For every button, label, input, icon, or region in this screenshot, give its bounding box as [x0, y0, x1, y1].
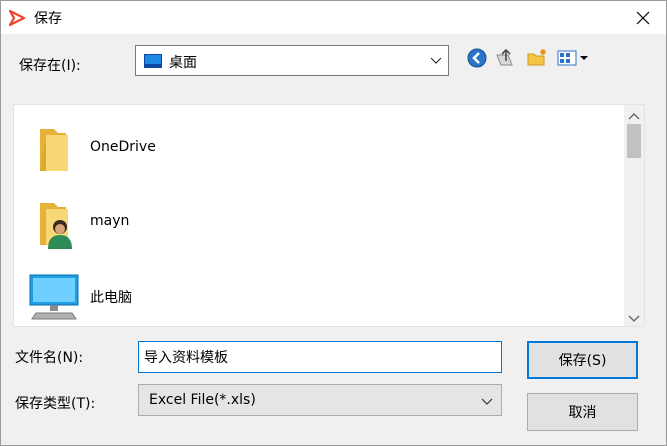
up-folder-icon [496, 48, 513, 66]
scrollbar-thumb[interactable] [627, 124, 641, 158]
cancel-button[interactable]: 取消 [527, 393, 638, 431]
app-logo-icon [8, 9, 26, 27]
window-title: 保存 [34, 11, 62, 27]
filetype-value: Excel File(*.xls) [149, 392, 256, 408]
title-bar[interactable]: 保存 [1, 1, 666, 34]
item-label: OneDrive [90, 139, 156, 155]
list-item-this-pc[interactable]: 此电脑 [14, 257, 624, 329]
close-button[interactable] [625, 5, 661, 31]
user-folder-icon [26, 195, 82, 251]
up-folder-button[interactable] [494, 47, 516, 69]
computer-icon [26, 269, 82, 325]
save-dialog: 保存 保存在(I): 桌面 OneDrive mayn 此电脑 文件名(N): … [0, 0, 667, 446]
close-icon [636, 11, 650, 25]
desktop-icon [144, 54, 162, 68]
filename-label: 文件名(N): [15, 350, 84, 366]
save-button[interactable]: 保存(S) [527, 341, 638, 379]
vertical-scrollbar[interactable] [624, 105, 644, 326]
file-list[interactable]: OneDrive mayn 此电脑 [13, 104, 645, 327]
save-in-label: 保存在(I): [19, 58, 81, 74]
filetype-dropdown[interactable]: Excel File(*.xls) [138, 384, 502, 416]
new-folder-icon [527, 49, 546, 66]
back-button[interactable] [466, 47, 488, 69]
location-dropdown[interactable]: 桌面 [135, 45, 449, 76]
list-item-onedrive[interactable]: OneDrive [14, 109, 624, 181]
view-menu-icon [557, 50, 588, 66]
new-folder-button[interactable] [526, 47, 548, 69]
filetype-label: 保存类型(T): [15, 396, 96, 412]
filename-input[interactable] [138, 341, 502, 373]
location-value: 桌面 [169, 55, 197, 71]
list-item-user[interactable]: mayn [14, 183, 624, 255]
chevron-down-icon [430, 54, 442, 66]
chevron-down-icon [481, 395, 493, 407]
folder-icon [26, 121, 82, 177]
chevron-down-icon[interactable] [628, 312, 640, 322]
item-label: mayn [90, 213, 130, 229]
back-icon [467, 48, 487, 68]
chevron-up-icon[interactable] [628, 109, 640, 120]
view-menu-button[interactable] [557, 47, 591, 69]
item-label: 此电脑 [90, 290, 132, 306]
